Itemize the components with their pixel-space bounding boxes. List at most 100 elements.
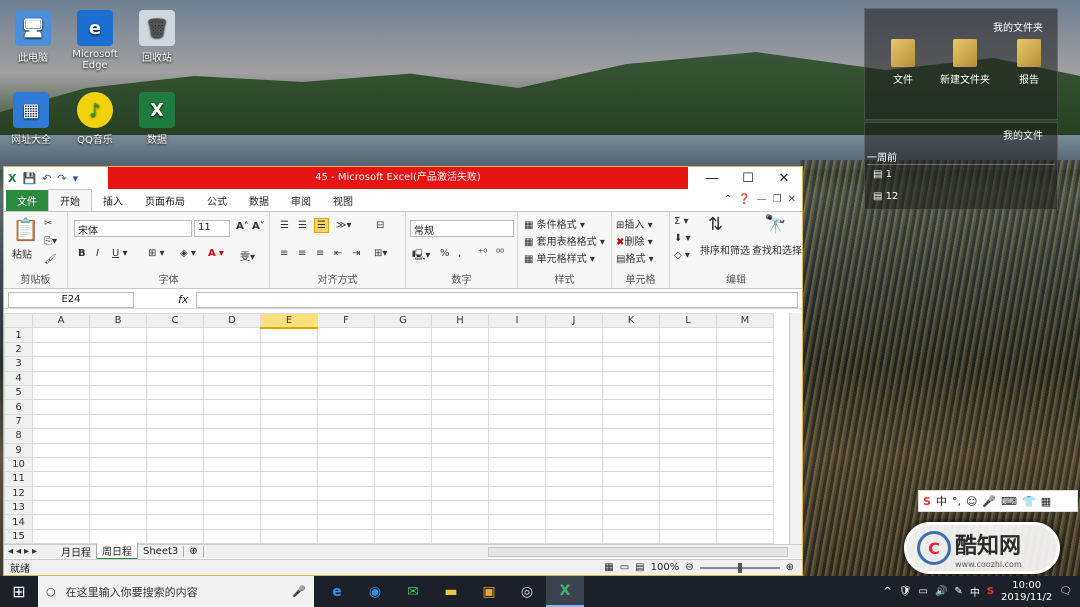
cell[interactable] [89, 456, 147, 473]
cell[interactable] [602, 500, 660, 516]
column-header[interactable]: A [32, 313, 90, 329]
zoom-out-icon[interactable]: ⊖ [685, 562, 693, 573]
tab-home[interactable]: 开始 [48, 189, 92, 211]
cut-icon[interactable]: ✂ [44, 218, 52, 229]
doc-restore-icon[interactable]: ❐ [773, 194, 782, 205]
cell[interactable] [317, 327, 375, 343]
cell[interactable] [488, 471, 546, 487]
decrease-indent-icon[interactable]: ⇤ [334, 248, 342, 259]
column-header[interactable]: M [716, 313, 774, 329]
row-header[interactable]: 7 [4, 413, 33, 430]
cell[interactable] [32, 500, 90, 516]
cell[interactable] [602, 341, 660, 358]
cell[interactable] [374, 356, 432, 372]
cell[interactable] [374, 384, 432, 401]
cell[interactable] [32, 528, 90, 545]
cell[interactable] [488, 456, 546, 473]
row-header[interactable]: 10 [4, 456, 33, 473]
cell[interactable] [374, 456, 432, 473]
fill-icon[interactable]: ⬇ ▾ [674, 233, 691, 244]
cell[interactable] [659, 327, 717, 343]
cell[interactable] [89, 471, 147, 487]
cell[interactable] [374, 500, 432, 516]
cell[interactable] [317, 384, 375, 401]
cell[interactable] [89, 370, 147, 386]
cell[interactable] [545, 356, 603, 372]
cell[interactable] [260, 399, 318, 415]
start-button[interactable]: ⊞ [0, 576, 38, 607]
cell[interactable] [260, 500, 318, 516]
cell[interactable] [317, 442, 375, 458]
desktop-icon-recycle-bin[interactable]: 🗑 回收站 [126, 10, 188, 64]
cell[interactable] [203, 471, 261, 487]
row-header[interactable]: 8 [4, 428, 33, 444]
undo-icon[interactable]: ↶ [42, 172, 51, 185]
cell[interactable] [659, 428, 717, 444]
sheet-tab-3[interactable]: Sheet3 [138, 546, 185, 557]
cell[interactable] [431, 399, 489, 415]
cell[interactable] [659, 341, 717, 358]
tab-review[interactable]: 审阅 [280, 190, 322, 211]
cell[interactable] [488, 327, 546, 343]
delete-cells-button[interactable]: ✖删除 ▾ [616, 233, 653, 248]
cell[interactable] [716, 528, 774, 545]
cell[interactable] [545, 514, 603, 530]
cell[interactable] [203, 428, 261, 444]
column-header[interactable]: C [146, 313, 204, 329]
cell[interactable] [32, 341, 90, 358]
sheet-tab-2[interactable]: 周日程 [97, 543, 138, 560]
save-icon[interactable]: 💾 [22, 172, 36, 185]
cell[interactable] [545, 456, 603, 473]
cell[interactable] [317, 356, 375, 372]
insert-function-icon[interactable]: fx [178, 293, 188, 306]
edge-icon[interactable]: e [318, 576, 356, 607]
ime-language[interactable]: 中 [936, 493, 947, 509]
sheet-nav-arrows[interactable]: ◂◂▸▸ [4, 546, 56, 557]
cell[interactable] [488, 514, 546, 530]
row-header[interactable]: 1 [4, 327, 33, 343]
minimize-button[interactable]: — [694, 171, 730, 186]
row-header[interactable]: 4 [4, 370, 33, 386]
cells-table[interactable]: A B C D E F G H I J K L M 1 2 3 4 5 6 7 8 9 10 11 12 13 14 15 [4, 313, 774, 545]
cell[interactable] [488, 485, 546, 502]
cell[interactable] [146, 485, 204, 502]
cell[interactable] [659, 413, 717, 430]
cell[interactable] [374, 442, 432, 458]
cell[interactable] [716, 370, 774, 386]
cell[interactable] [32, 485, 90, 502]
cell[interactable] [602, 399, 660, 415]
cell[interactable] [431, 413, 489, 430]
row-header[interactable]: 2 [4, 341, 33, 358]
file-item-1[interactable]: ▤ 1 [873, 169, 892, 180]
cell[interactable] [203, 485, 261, 502]
cell[interactable] [89, 528, 147, 545]
row-header[interactable]: 5 [4, 384, 33, 401]
sort-filter-button[interactable]: 排序和筛选 [700, 242, 750, 257]
cell[interactable] [317, 413, 375, 430]
cell[interactable] [545, 341, 603, 358]
tab-file[interactable]: 文件 [6, 190, 48, 211]
zoom-slider[interactable] [699, 562, 780, 573]
cell[interactable] [32, 514, 90, 530]
cell[interactable] [716, 356, 774, 372]
cell[interactable] [545, 442, 603, 458]
italic-button[interactable]: I [96, 248, 99, 259]
font-color-icon[interactable]: A ▾ [208, 248, 224, 259]
cell[interactable] [716, 428, 774, 444]
cell[interactable] [32, 327, 90, 343]
cell[interactable] [203, 456, 261, 473]
cell[interactable] [374, 528, 432, 545]
copy-icon[interactable]: ⎘▾ [44, 236, 57, 247]
cell[interactable] [374, 399, 432, 415]
excel-icon[interactable]: X [546, 576, 584, 607]
cell[interactable] [374, 370, 432, 386]
find-select-button[interactable]: 查找和选择 [752, 242, 802, 257]
cell[interactable] [146, 399, 204, 415]
cell[interactable] [488, 384, 546, 401]
pen-icon[interactable]: ✎ [954, 586, 962, 597]
cell[interactable] [146, 341, 204, 358]
cell[interactable] [545, 384, 603, 401]
page-layout-view-icon[interactable]: ▭ [620, 562, 629, 573]
column-header[interactable]: H [431, 313, 489, 329]
name-box[interactable]: E24 [8, 291, 134, 308]
